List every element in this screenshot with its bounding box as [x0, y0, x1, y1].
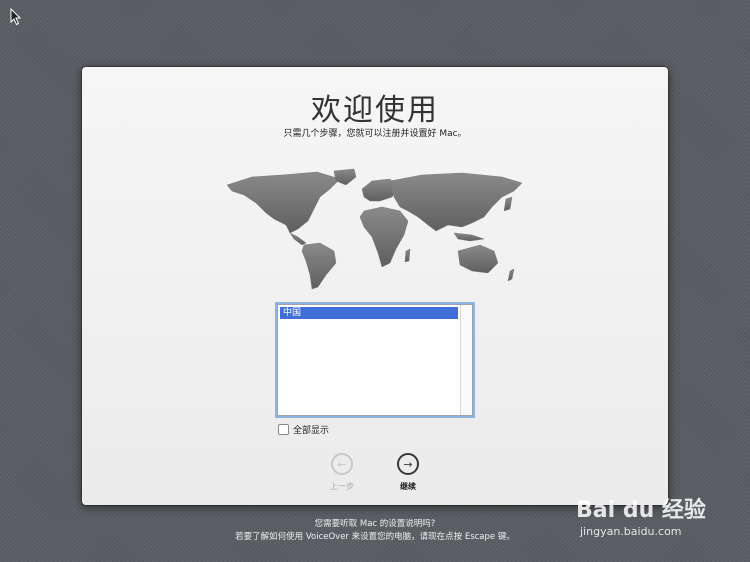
list-scrollbar[interactable]: [460, 305, 472, 415]
world-map: [226, 168, 523, 290]
arrow-left-icon: ←: [331, 453, 353, 475]
baidu-logo: Bai du 经验: [576, 498, 706, 523]
arrow-right-icon: →: [397, 453, 419, 475]
back-label: 上一步: [330, 482, 354, 491]
back-button[interactable]: ← 上一步: [322, 453, 362, 492]
pointer-cursor-icon: [10, 8, 22, 26]
baidu-url: jingyan.baidu.com: [580, 525, 682, 538]
show-all-row[interactable]: 全部显示: [278, 423, 329, 436]
show-all-checkbox[interactable]: [278, 424, 289, 435]
setup-assistant-panel: 欢迎使用 只需几个步骤，您就可以注册并设置好 Mac。 中国 全部显示 ← 上一…: [82, 67, 668, 505]
welcome-subtitle: 只需几个步骤，您就可以注册并设置好 Mac。: [283, 129, 467, 139]
continue-button[interactable]: → 继续: [388, 453, 428, 492]
welcome-title: 欢迎使用: [311, 93, 439, 128]
baidu-watermark: Bai du 经验 jingyan.baidu.com: [576, 486, 736, 546]
continue-label: 继续: [400, 482, 416, 491]
country-list-item-selected[interactable]: 中国: [280, 307, 458, 319]
show-all-label[interactable]: 全部显示: [293, 423, 329, 436]
country-list[interactable]: 中国: [277, 304, 473, 416]
